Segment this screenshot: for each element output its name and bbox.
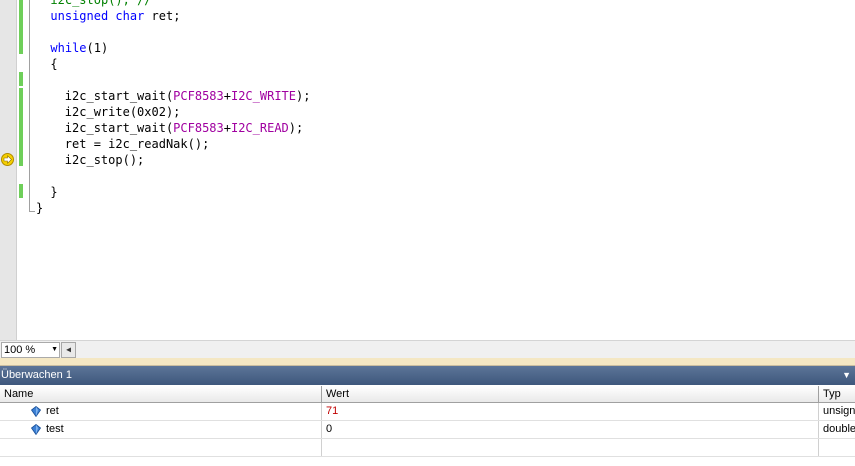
watch-variable-name: ret (46, 405, 59, 417)
watch-panel-titlebar[interactable]: Überwachen 1 ▼ (0, 366, 855, 385)
variable-icon (31, 424, 41, 435)
code-token: ret = i2c_readNak(); (64, 137, 210, 151)
code-token: ); (296, 89, 311, 103)
panel-splitter[interactable] (0, 358, 855, 366)
breakpoint-gutter[interactable] (0, 0, 17, 340)
watch-row[interactable]: ret 71 unsigned (0, 403, 855, 421)
watch-variable-value: 0 (326, 423, 333, 435)
watch-cell-name[interactable] (0, 439, 322, 456)
code-line: i2c_write(0x02); (65, 104, 181, 120)
execution-arrow-icon (1, 153, 14, 166)
code-token: } (36, 201, 44, 215)
zoom-level: 100 % (4, 344, 36, 356)
code-token: i2c_stop(); (64, 153, 145, 167)
watch-variable-name: test (46, 423, 64, 435)
change-marker (19, 184, 23, 198)
column-header-type[interactable]: Typ (819, 386, 855, 403)
watch-cell-name[interactable]: ret (0, 403, 322, 420)
code-token: + (223, 121, 231, 135)
code-token: ); (288, 121, 304, 135)
code-token: PCF8583 (173, 89, 224, 103)
scroll-left-arrow-icon[interactable]: ◀ (61, 342, 76, 358)
dropdown-arrow-icon[interactable]: ▼ (842, 366, 851, 385)
code-line: i2c_stop(); (65, 152, 144, 168)
code-token: I2C_READ (230, 121, 289, 135)
code-line: } (50, 184, 57, 200)
code-token: while (50, 41, 87, 55)
watch-cell-name[interactable]: test (0, 421, 322, 438)
watch-row[interactable]: test 0 double (0, 421, 855, 439)
column-header-value[interactable]: Wert (322, 386, 819, 403)
watch-variable-type: double (823, 423, 855, 435)
watch-grid: Name Wert Typ ret 71 unsigned test 0 double (0, 386, 855, 466)
column-header-name[interactable]: Name (0, 386, 322, 403)
watch-cell-type: double (819, 421, 855, 438)
change-marker (19, 88, 23, 166)
change-marker (19, 0, 23, 54)
variable-icon (31, 406, 41, 417)
code-line: i2c_start_wait(PCF8583+I2C_READ); (65, 120, 303, 136)
code-line: { (50, 56, 57, 72)
change-tracking-bar (16, 0, 24, 340)
watch-cell-type: unsigned (819, 403, 855, 420)
code-token: i2c_start_wait( (64, 89, 174, 103)
watch-variable-value: 71 (326, 405, 339, 417)
code-token: i2c_stop(); // (50, 0, 152, 7)
code-token: char (115, 9, 145, 23)
code-token: + (223, 89, 231, 103)
code-editor[interactable]: i2c_stop(); //unsigned char ret; while(1)… (0, 0, 855, 340)
code-token: ret; (144, 9, 181, 23)
watch-cell-value[interactable]: 71 (322, 403, 819, 420)
zoom-bar: 100 % ▼ ◀ (0, 340, 855, 358)
watch-cell-type (819, 439, 855, 456)
code-token: i2c_start_wait( (64, 121, 174, 135)
code-line: i2c_start_wait(PCF8583+I2C_WRITE); (65, 88, 311, 104)
watch-variable-type: unsigned (823, 405, 855, 417)
watch-cell-value[interactable]: 0 (322, 421, 819, 438)
outline-fold-end (29, 211, 35, 212)
code-token: i2c_write(0x02); (64, 105, 181, 119)
watch-panel-title: Überwachen 1 (1, 369, 72, 381)
code-line: unsigned char ret; (50, 8, 180, 24)
change-marker (19, 72, 23, 86)
code-token: unsigned (50, 9, 109, 23)
chevron-down-icon[interactable]: ▼ (51, 343, 58, 357)
outline-fold-line (29, 0, 30, 212)
code-token: (1) (86, 41, 109, 55)
code-line: while(1) (50, 40, 108, 56)
code-token: I2C_WRITE (230, 89, 297, 103)
watch-cell-value[interactable] (322, 439, 819, 456)
code-token: PCF8583 (173, 121, 224, 135)
code-line: } (36, 200, 43, 216)
zoom-select[interactable]: 100 % ▼ (1, 342, 60, 358)
watch-row[interactable] (0, 439, 855, 457)
code-line: ret = i2c_readNak(); (65, 136, 210, 152)
code-token: } (50, 185, 58, 199)
code-line: i2c_stop(); // (50, 0, 151, 8)
code-token: { (50, 57, 58, 71)
